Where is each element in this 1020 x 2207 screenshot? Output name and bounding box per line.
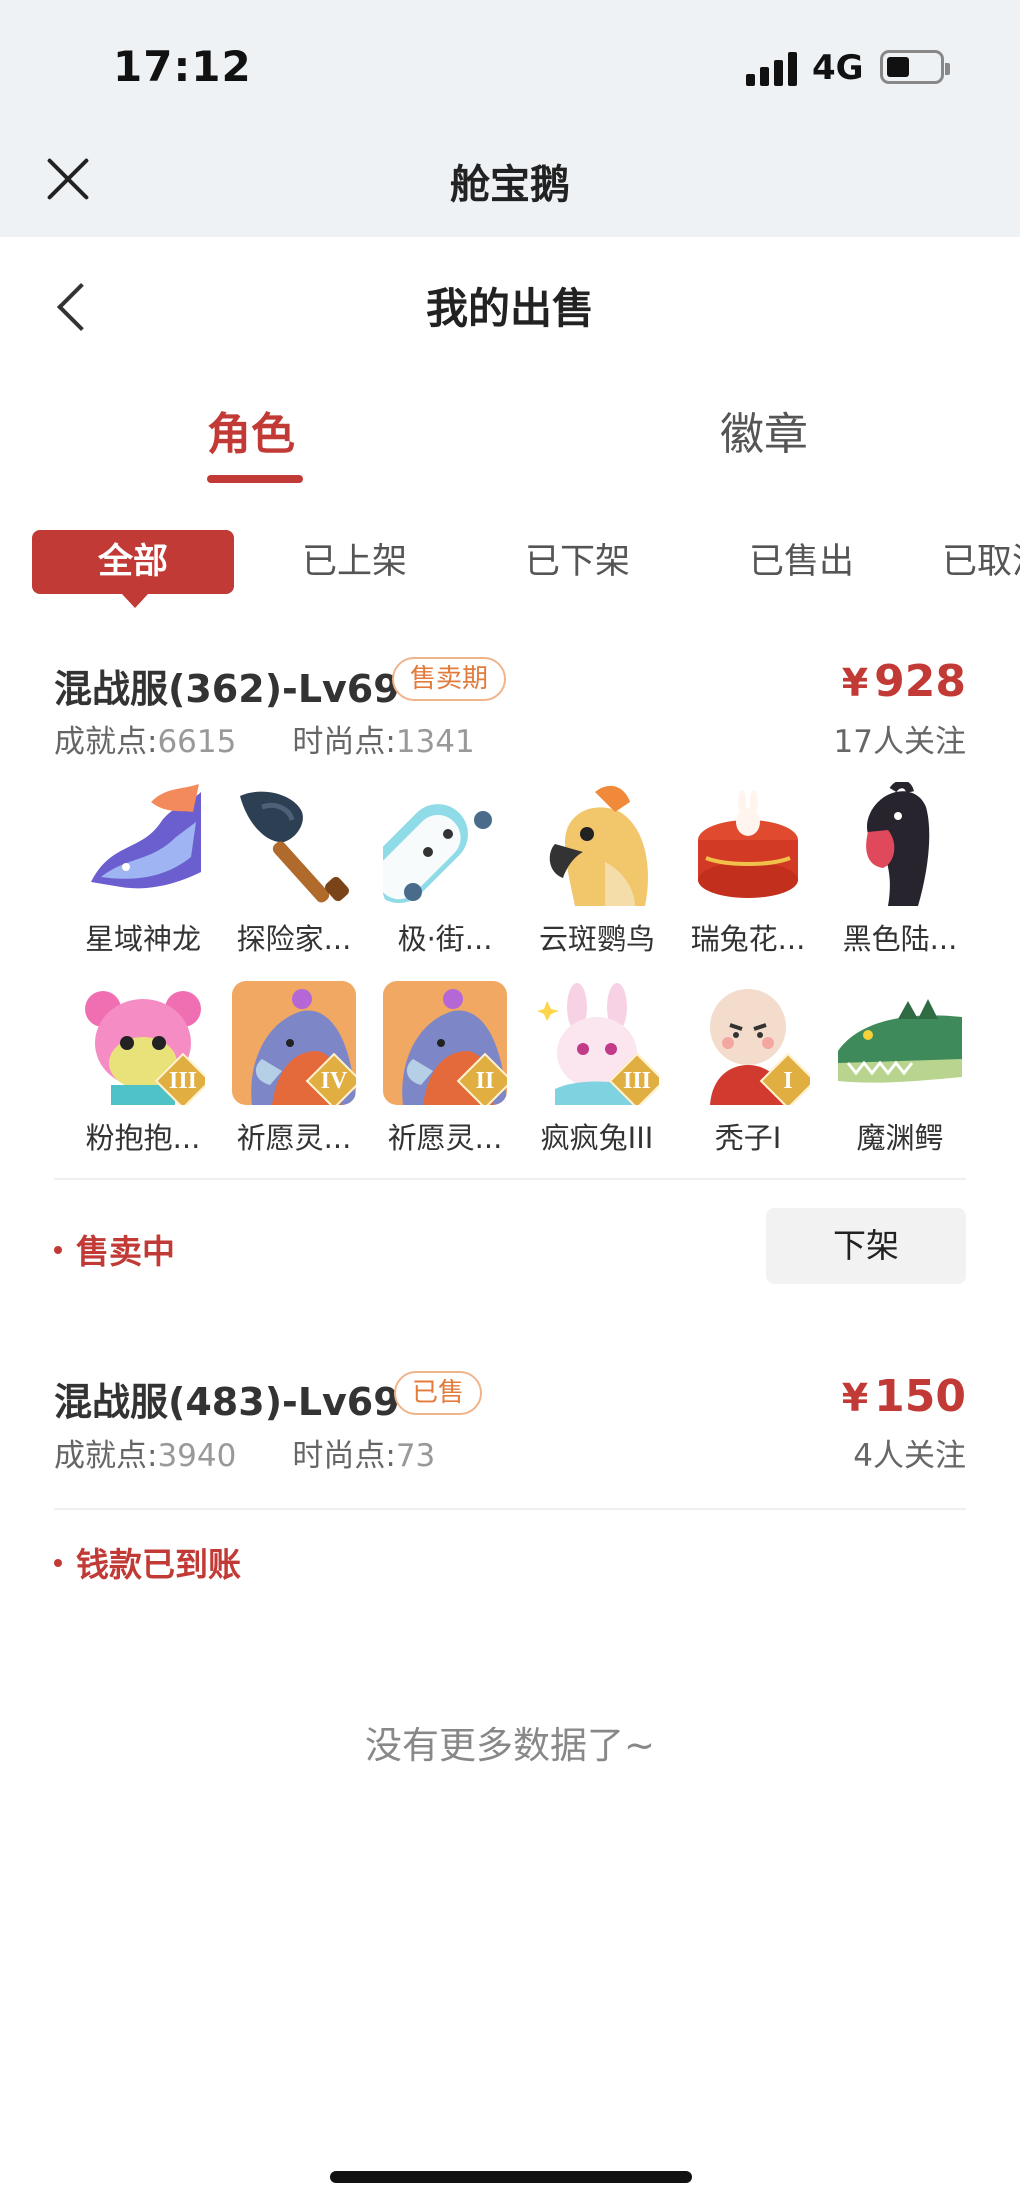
price-value: 150: [874, 1371, 966, 1422]
item-tile[interactable]: IV 祈愿灵...: [219, 981, 369, 1157]
delist-button[interactable]: 下架: [766, 1208, 966, 1284]
item-tile[interactable]: III 疯疯兔III: [522, 981, 672, 1157]
achievement-value: 6615: [157, 724, 237, 760]
achievement-value: 3940: [157, 1438, 237, 1474]
item-name: 星域神龙: [84, 922, 201, 956]
tier-label: III: [168, 1068, 198, 1094]
tab-role[interactable]: 角色: [207, 398, 295, 462]
item-name: 探险家...: [236, 922, 352, 956]
item-name: 疯疯兔III: [540, 1121, 654, 1155]
item-name: 秃子I: [714, 1121, 782, 1155]
tier-label: II: [475, 1068, 495, 1094]
order-title: 混战服(483)-Lv69: [54, 1380, 400, 1424]
filter-listed[interactable]: 已上架: [302, 530, 407, 594]
wish-bird-icon: II: [383, 981, 507, 1105]
bald-character-icon: I: [686, 981, 810, 1105]
filter-sold[interactable]: 已售出: [749, 530, 854, 594]
page-title: 我的出售: [425, 284, 594, 333]
status-badge: 售卖期: [392, 657, 507, 701]
item-tile[interactable]: I 秃子I: [673, 981, 823, 1157]
fashion-label: 时尚点:: [292, 1438, 396, 1474]
fashion-label: 时尚点:: [292, 724, 396, 760]
item-tile[interactable]: II 祈愿灵...: [370, 981, 520, 1157]
top-bar: 17:12 4G 舱宝鹅: [0, 0, 1020, 237]
filter-cancelled[interactable]: 已取消: [942, 530, 1020, 594]
black-horse-icon: [838, 782, 962, 906]
tab-badge[interactable]: 徽章: [720, 398, 808, 462]
item-tile[interactable]: III 粉抱抱...: [68, 981, 218, 1157]
dragon-icon: [81, 782, 205, 906]
item-tile[interactable]: 瑞兔花...: [673, 782, 823, 958]
item-name: 云斑鹦鸟: [538, 922, 655, 956]
shovel-icon: [232, 782, 356, 906]
filter-delisted[interactable]: 已下架: [525, 530, 630, 594]
status-badge: 已售: [394, 1371, 483, 1415]
order-stats: 成就点:6615 时尚点:1341: [54, 716, 475, 761]
battery-icon: [880, 50, 950, 84]
order-status: 售卖中: [54, 1225, 175, 1273]
order-stats: 成就点:3940 时尚点:73: [54, 1430, 435, 1475]
order-status: 钱款已到账: [54, 1538, 241, 1586]
tier-label: IV: [320, 1068, 348, 1094]
currency-symbol: ¥: [841, 1376, 869, 1420]
rabbit-cake-icon: [686, 782, 810, 906]
filter-all[interactable]: 全部: [32, 530, 234, 608]
home-indicator[interactable]: [330, 2171, 692, 2183]
item-name: 极·街...: [397, 922, 493, 956]
item-tile[interactable]: 云斑鹦鸟: [522, 782, 672, 958]
item-name: 祈愿灵...: [387, 1121, 503, 1155]
status-time: 17:12: [113, 42, 252, 91]
cellular-signal-icon: [746, 52, 798, 86]
item-tile[interactable]: 魔渊鳄: [825, 981, 975, 1157]
order-title: 混战服(362)-Lv69: [54, 667, 400, 711]
achievement-label: 成就点:: [54, 724, 158, 760]
follower-count: 17人关注: [833, 724, 966, 760]
item-name: 魔渊鳄: [856, 1121, 944, 1155]
tier-label: III: [622, 1068, 652, 1094]
tier-label: I: [783, 1068, 793, 1094]
app-title: 舱宝鹅: [450, 162, 570, 208]
fashion-value: 73: [395, 1438, 436, 1474]
item-name: 粉抱抱...: [85, 1121, 201, 1155]
order-price: ¥150: [842, 1371, 966, 1422]
item-tile[interactable]: 黑色陆...: [825, 782, 975, 958]
item-name: 祈愿灵...: [236, 1121, 352, 1155]
pink-bear-icon: III: [81, 981, 205, 1105]
item-name: 瑞兔花...: [690, 922, 806, 956]
crocodile-icon: [838, 981, 962, 1105]
wish-bird-icon: IV: [232, 981, 356, 1105]
item-tile[interactable]: 星域神龙: [68, 782, 218, 958]
tab-active-indicator: [207, 475, 303, 483]
order-price: ¥928: [842, 656, 966, 707]
fashion-value: 1341: [395, 724, 475, 760]
item-tile[interactable]: 极·街...: [370, 782, 520, 958]
follower-count: 4人关注: [853, 1438, 966, 1474]
item-name: 黑色陆...: [842, 922, 958, 956]
parrot-icon: [535, 782, 659, 906]
divider: [54, 1508, 966, 1510]
divider: [54, 1178, 966, 1180]
skateboard-icon: [383, 782, 507, 906]
crazy-rabbit-icon: III: [535, 981, 659, 1105]
item-tile[interactable]: 探险家...: [219, 782, 369, 958]
network-type: 4G: [812, 48, 864, 88]
achievement-label: 成就点:: [54, 1438, 158, 1474]
price-value: 928: [874, 656, 966, 707]
no-more-data-text: 没有更多数据了~: [364, 1724, 655, 1767]
currency-symbol: ¥: [841, 661, 869, 705]
